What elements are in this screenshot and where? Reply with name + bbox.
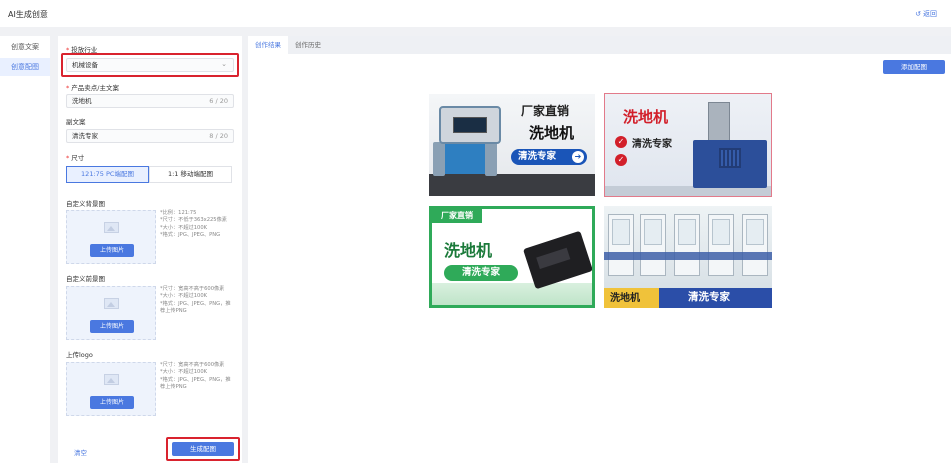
- form-panel: * 投放行业 机械设备 ⌄ * 产品卖点/主文案 洗地机 6 / 20 副文案 清洗…: [58, 36, 242, 463]
- image-placeholder-icon: [104, 222, 119, 233]
- foreground-upload-button[interactable]: 上传图片: [90, 320, 134, 333]
- nav-item-copywriting[interactable]: 创意文案: [0, 38, 50, 56]
- machine-graphic: [693, 140, 767, 188]
- size-option-pc[interactable]: 121:75 PC端配图: [66, 166, 149, 183]
- image-placeholder-icon: [104, 374, 119, 385]
- size-label: * 尺寸: [66, 154, 85, 162]
- result-tabs: 创作结果 创作历史: [248, 36, 951, 54]
- logo-hints: *尺寸：宽高不高于600像素 *大小：不超过100K *格式：JPG、JPEG、…: [160, 362, 231, 390]
- background-upload-box[interactable]: 上传图片: [66, 210, 156, 264]
- foreground-upload-box[interactable]: 上传图片: [66, 286, 156, 340]
- image-placeholder-icon: [104, 298, 119, 309]
- tab-history[interactable]: 创作历史: [288, 36, 328, 54]
- nav-item-images[interactable]: 创意配图: [0, 58, 50, 76]
- card2-title: 洗地机: [623, 108, 669, 126]
- card4-left-text: 洗地机: [610, 293, 640, 304]
- back-arrow-icon: ↺: [915, 10, 921, 18]
- battery-graphic: [522, 230, 592, 290]
- main-panel: 创作结果 创作历史 添加配图 厂家直销 洗地机 清洗专家 ➔ 洗地机 ✓ ✓ 清…: [248, 36, 951, 463]
- card1-title: 洗地机: [529, 124, 575, 142]
- check-icon: ✓: [615, 154, 627, 166]
- clear-button[interactable]: 清空: [74, 447, 87, 457]
- tab-results[interactable]: 创作结果: [248, 36, 288, 54]
- card1-badge: 清洗专家 ➔: [511, 149, 587, 165]
- industry-highlight: [61, 53, 239, 77]
- card3-badge: 清洗专家: [444, 265, 518, 281]
- subcopy-count: 8 / 20: [209, 132, 228, 140]
- product-count: 6 / 20: [209, 97, 228, 105]
- check-icon: ✓: [615, 136, 627, 148]
- product-label: * 产品卖点/主文案: [66, 84, 119, 92]
- back-label: 返回: [923, 10, 937, 18]
- foreground-label: 自定义前景图: [66, 275, 105, 283]
- subcopy-label: 副文案: [66, 118, 86, 126]
- product-input[interactable]: 洗地机 6 / 20: [66, 94, 234, 108]
- size-option-mobile[interactable]: 1:1 移动端配图: [149, 166, 232, 183]
- background-hints: *比例：121:75 *尺寸：不低于363x225像素 *大小：不超过100K …: [160, 210, 227, 238]
- result-image-3[interactable]: 厂家直销 洗地机 清洗专家: [429, 206, 595, 308]
- background-upload-button[interactable]: 上传图片: [90, 244, 134, 257]
- flowmeter-graphic: [439, 106, 501, 144]
- top-bar: AI生成创意 ↺ 返回: [0, 0, 951, 27]
- result-image-1[interactable]: 厂家直销 洗地机 清洗专家 ➔: [429, 94, 595, 196]
- result-image-4[interactable]: 洗地机 清洗专家: [604, 206, 772, 308]
- logo-upload-button[interactable]: 上传图片: [90, 396, 134, 409]
- result-image-2[interactable]: 洗地机 ✓ ✓ 清洗专家: [604, 93, 772, 197]
- foreground-hints: *尺寸：宽高不高于600像素 *大小：不超过100K *格式：JPG、JPEG、…: [160, 286, 231, 314]
- card3-title: 洗地机: [444, 241, 493, 260]
- arrow-right-icon: ➔: [572, 151, 584, 163]
- card2-sub: 清洗专家: [632, 139, 672, 150]
- subcopy-input[interactable]: 清洗专家 8 / 20: [66, 129, 234, 143]
- background-label: 自定义背景图: [66, 200, 105, 208]
- left-nav: 创意文案 创意配图: [0, 36, 50, 463]
- card1-tag: 厂家直销: [521, 104, 570, 118]
- card3-tag: 厂家直销: [432, 209, 482, 223]
- logo-label: 上传logo: [66, 351, 93, 359]
- back-button[interactable]: ↺ 返回: [915, 9, 937, 19]
- page-title: AI生成创意: [8, 10, 48, 19]
- generate-highlight: [166, 437, 240, 461]
- card4-right-text: 清洗专家: [688, 291, 730, 303]
- logo-upload-box[interactable]: 上传图片: [66, 362, 156, 416]
- add-image-button[interactable]: 添加配图: [883, 60, 945, 74]
